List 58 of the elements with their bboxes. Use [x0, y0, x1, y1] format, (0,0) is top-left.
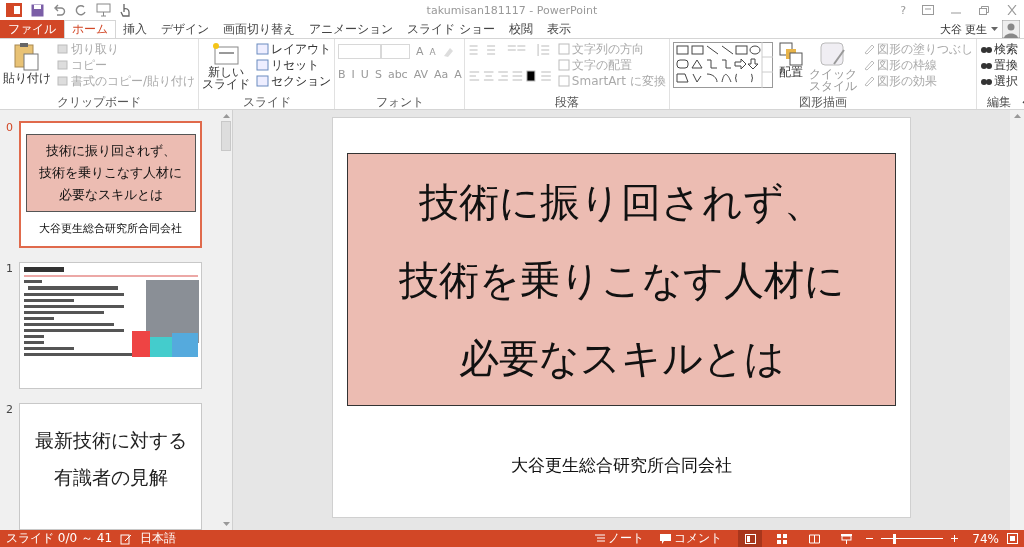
subtitle-text: 大谷更生総合研究所合同会社: [39, 221, 182, 236]
ribbon-tab[interactable]: 画面切り替え: [216, 20, 302, 38]
user-name[interactable]: 大谷 更生: [939, 20, 987, 38]
font-format-button[interactable]: abc: [387, 68, 408, 81]
language-indicator[interactable]: 日本語: [140, 530, 177, 547]
slide-title-text: 有識者の見解: [53, 465, 168, 490]
editing-command[interactable]: 置換: [979, 58, 1018, 72]
title-text: 必要なスキルとは: [458, 333, 785, 383]
slide-title-text: 最新技術に対する: [34, 428, 187, 453]
ribbon-tab[interactable]: 挿入: [116, 20, 154, 38]
group-label: 段落: [554, 95, 579, 109]
group-label: クリップボード: [57, 95, 141, 109]
font-format-button[interactable]: U: [360, 68, 369, 81]
editing-command[interactable]: 検索: [979, 42, 1018, 56]
title-text: 技術を乗りこなす人材に: [398, 255, 845, 305]
ribbon-tab[interactable]: 校閲: [501, 20, 540, 38]
ribbon-tab[interactable]: スライド ショー: [400, 20, 502, 38]
grow-font-button[interactable]: A: [416, 45, 424, 58]
font-format-button[interactable]: AV: [413, 68, 429, 81]
group-label: 編集: [986, 95, 1011, 109]
arrange-button[interactable]: 配置: [778, 42, 803, 78]
title-text: 技術に振り回されず、: [45, 142, 176, 160]
font-format-button[interactable]: I: [351, 68, 355, 81]
slide-number: 0: [6, 121, 14, 136]
font-format-button[interactable]: Aa: [434, 68, 449, 81]
ribbon-tab[interactable]: デザイン: [154, 20, 216, 38]
ribbon-tab[interactable]: 表示: [539, 20, 578, 38]
paste-button[interactable]: 貼り付け: [3, 42, 51, 84]
title-text: 技術を乗りこなす人材に: [39, 164, 182, 182]
help-button[interactable]: ?: [900, 3, 906, 17]
slide-counter: スライド 0/0 ～ 41: [6, 530, 113, 547]
group-label: スライド: [242, 95, 291, 109]
slide-number: 2: [6, 403, 14, 418]
zoom-level[interactable]: 74%: [972, 531, 999, 546]
group-label: 図形描画: [798, 95, 847, 109]
quick-style-button[interactable]: クイック スタイル: [808, 42, 857, 92]
group-label: フォント: [375, 95, 424, 109]
notes-button[interactable]: ノート: [595, 530, 645, 547]
editing-command[interactable]: 選択: [979, 74, 1018, 88]
font-format-button[interactable]: A: [454, 68, 462, 81]
title-text: 技術に振り回されず、: [419, 177, 824, 227]
slide-command[interactable]: リセット: [256, 58, 332, 72]
slide-command[interactable]: レイアウト: [256, 42, 332, 56]
slide-number: 1: [6, 262, 14, 277]
shrink-font-button[interactable]: A: [429, 46, 436, 57]
ribbon-tab[interactable]: ホーム: [64, 20, 116, 38]
slide-thumbnail[interactable]: 技術に振り回されず、 技術を乗りこなす人材に 必要なスキルとは 大谷更生総合研究所合同会社: [19, 121, 202, 248]
ribbon-tab[interactable]: アニメーション: [302, 20, 400, 38]
ribbon-tab[interactable]: ファイル: [0, 20, 64, 38]
window-title: takumisan181117 - PowerPoint: [426, 3, 598, 17]
font-format-button[interactable]: S: [374, 68, 382, 81]
subtitle-text: 大谷更生総合研究所合同会社: [511, 454, 732, 477]
comments-button[interactable]: コメント: [660, 530, 723, 547]
slide-command[interactable]: セクション: [256, 74, 332, 88]
slide-thumbnail[interactable]: 最新技術に対する 有識者の見解: [19, 403, 202, 530]
title-text: 必要なスキルとは: [58, 186, 163, 204]
font-format-button[interactable]: B: [338, 68, 346, 81]
new-slide-button[interactable]: 新しい スライド: [202, 42, 251, 90]
